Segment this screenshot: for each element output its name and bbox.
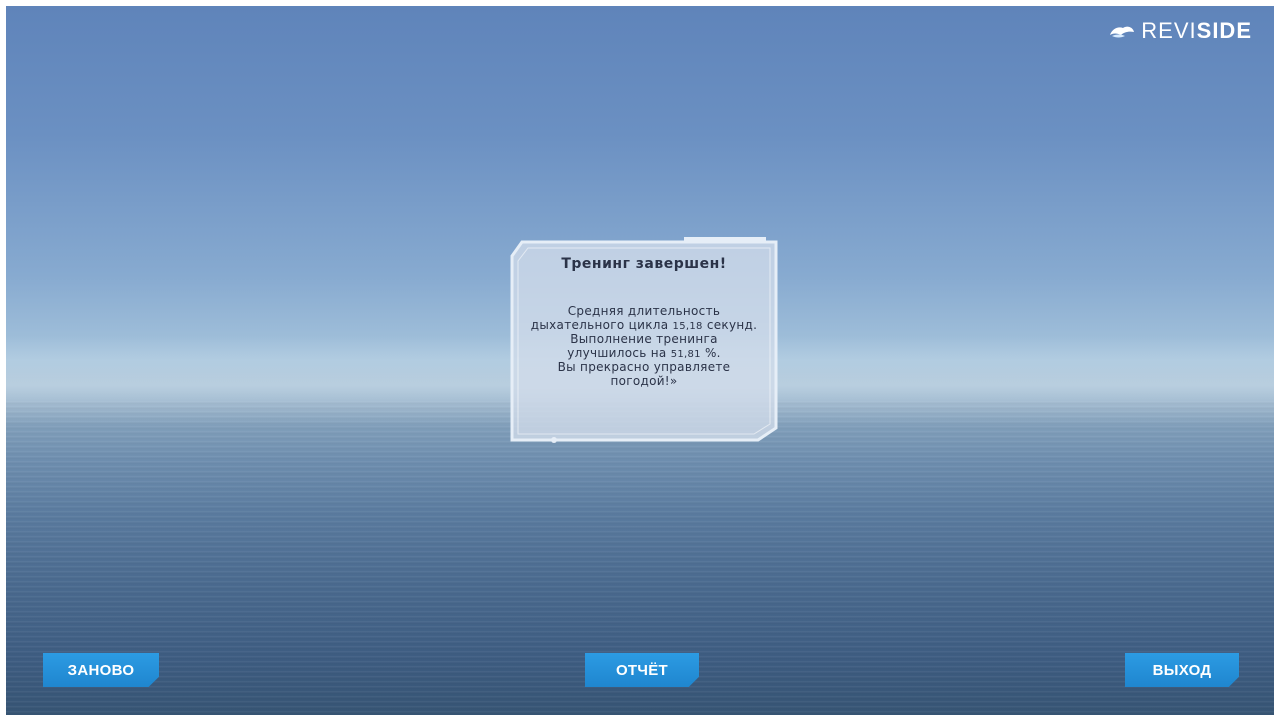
- body-line-1: Средняя длительность: [567, 304, 721, 318]
- game-viewport: REVISIDE Тренинг завершен! Средняя длите…: [6, 6, 1274, 715]
- training-complete-dialog: Тренинг завершен! Средняя длительность д…: [504, 234, 784, 446]
- exit-button[interactable]: ВЫХОД: [1125, 653, 1239, 687]
- report-button[interactable]: ОТЧЁТ: [585, 653, 699, 687]
- improvement-percent: 51,81: [670, 349, 701, 360]
- body-line-4-prefix: улучшилось на: [567, 346, 667, 360]
- body-line-6: погодой!»: [610, 374, 678, 388]
- body-line-5: Вы прекрасно управляете: [557, 360, 731, 374]
- report-button-label: ОТЧЁТ: [615, 661, 669, 679]
- body-line-3: Выполнение тренинга: [570, 332, 718, 346]
- logo-text-thin: REVI: [1141, 18, 1197, 43]
- body-line-2-prefix: дыхательного цикла: [530, 318, 669, 332]
- body-line-2-suffix: секунд.: [706, 318, 758, 332]
- dialog-body: Средняя длительность дыхательного цикла …: [518, 304, 770, 388]
- exit-button-label: ВЫХОД: [1152, 661, 1212, 679]
- reviside-logo: REVISIDE: [1109, 18, 1252, 44]
- dialog-content: Тренинг завершен! Средняя длительность д…: [518, 256, 770, 388]
- cloud-icon: [1110, 26, 1135, 38]
- restart-button[interactable]: ЗАНОВО: [43, 653, 159, 687]
- restart-button-label: ЗАНОВО: [67, 661, 135, 679]
- avg-cycle-seconds: 15,18: [672, 321, 703, 332]
- body-line-4-suffix: %.: [704, 346, 721, 360]
- dialog-title: Тренинг завершен!: [561, 256, 727, 272]
- logo-text-bold: SIDE: [1196, 18, 1252, 43]
